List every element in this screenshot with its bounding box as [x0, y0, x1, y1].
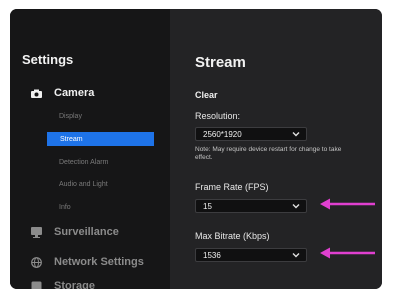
globe-icon — [30, 256, 42, 268]
page-title: Stream — [195, 54, 246, 71]
chevron-down-icon — [292, 252, 300, 258]
sidebar-item-surveillance-label: Surveillance — [54, 226, 119, 238]
max-bitrate-select[interactable]: 1536 — [195, 248, 307, 262]
sidebar-subitem-display[interactable]: Display — [59, 113, 82, 120]
sidebar-subitem-audio-and-light[interactable]: Audio and Light — [59, 181, 108, 188]
sidebar-item-storage[interactable]: Storage — [30, 280, 95, 289]
chevron-down-icon — [292, 203, 300, 209]
frame-rate-select[interactable]: 15 — [195, 199, 307, 213]
sidebar-item-camera-label: Camera — [54, 87, 95, 99]
sidebar-item-camera[interactable]: Camera — [30, 87, 94, 99]
sidebar: Settings Camera Display Stream Detection… — [10, 9, 170, 289]
camera-icon — [30, 87, 42, 99]
sidebar-title: Settings — [22, 52, 74, 67]
frame-rate-label: Frame Rate (FPS) — [195, 182, 269, 192]
sidebar-item-network-settings[interactable]: Network Settings — [30, 256, 144, 268]
sidebar-subitem-stream[interactable]: Stream — [47, 132, 154, 146]
arrow-left-icon — [320, 198, 375, 210]
chevron-down-icon — [292, 131, 300, 137]
storage-icon — [30, 280, 42, 289]
surveillance-icon — [30, 226, 42, 238]
sidebar-item-surveillance[interactable]: Surveillance — [30, 226, 119, 238]
resolution-value: 2560*1920 — [203, 129, 242, 139]
arrow-left-icon — [320, 247, 375, 259]
sidebar-item-network-settings-label: Network Settings — [54, 256, 144, 268]
max-bitrate-label: Max Bitrate (Kbps) — [195, 231, 270, 241]
sidebar-subitem-info[interactable]: Info — [59, 204, 71, 211]
frame-rate-value: 15 — [203, 201, 212, 211]
resolution-select[interactable]: 2560*1920 — [195, 127, 307, 141]
sidebar-subitem-detection-alarm[interactable]: Detection Alarm — [59, 159, 108, 166]
resolution-label: Resolution: — [195, 111, 241, 121]
section-heading: Clear — [195, 90, 218, 100]
sidebar-item-storage-label: Storage — [54, 280, 95, 289]
resolution-note: Note: May require device restart for cha… — [195, 146, 342, 161]
max-bitrate-value: 1536 — [203, 250, 221, 260]
